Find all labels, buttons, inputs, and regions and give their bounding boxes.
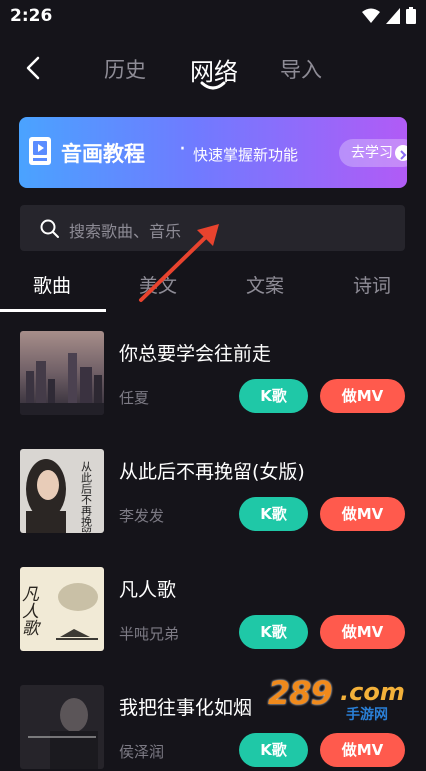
song-row[interactable]: 你总要学会往前走 任夏 K歌 做MV: [0, 331, 426, 417]
song-artist: 任夏: [119, 389, 150, 407]
search-icon: [40, 219, 59, 238]
make-mv-button[interactable]: 做MV: [320, 733, 405, 767]
status-time: 2:26: [10, 6, 53, 26]
karaoke-button[interactable]: K歌: [239, 379, 308, 413]
make-mv-button[interactable]: 做MV: [320, 615, 405, 649]
song-row[interactable]: 凡人歌 凡人歌 半吨兄弟 K歌 做MV: [0, 567, 426, 653]
song-cover: 从此后不再挽留: [20, 449, 104, 533]
song-artist: 半吨兄弟: [119, 625, 180, 643]
karaoke-button[interactable]: K歌: [239, 615, 308, 649]
cover-text: 凡人歌: [20, 585, 39, 636]
tab-poetry[interactable]: 诗词: [353, 271, 391, 298]
make-mv-button[interactable]: 做MV: [320, 379, 405, 413]
tab-import[interactable]: 导入: [280, 54, 322, 84]
top-nav: 历史 网络 导入: [0, 44, 426, 94]
banner-subtitle: 快速掌握新功能: [193, 146, 299, 164]
banner-separator: ·: [179, 137, 186, 162]
status-icons: [362, 7, 416, 24]
learn-button[interactable]: 去学习: [339, 139, 407, 167]
song-cover: [20, 331, 104, 415]
category-tabs: 歌曲 美文 文案 诗词: [0, 266, 426, 312]
tutorial-banner[interactable]: 音画教程 · 快速掌握新功能 去学习: [19, 117, 407, 188]
tab-prose[interactable]: 美文: [139, 271, 177, 298]
tab-copywriting[interactable]: 文案: [246, 271, 284, 298]
signal-icon: [386, 7, 400, 24]
song-title: 你总要学会往前走: [119, 343, 272, 365]
song-row[interactable]: 我把往事化如烟 侯泽润 K歌 做MV: [0, 685, 426, 771]
song-cover: [20, 685, 104, 769]
status-bar: 2:26: [0, 0, 426, 30]
song-row[interactable]: 从此后不再挽留 从此后不再挽留(女版) 李发发 K歌 做MV: [0, 449, 426, 535]
wifi-icon: [362, 8, 380, 23]
tab-history[interactable]: 历史: [104, 54, 146, 84]
search-input[interactable]: 搜索歌曲、音乐: [20, 205, 405, 251]
song-title: 从此后不再挽留(女版): [119, 461, 305, 483]
back-arrow-icon[interactable]: [20, 54, 48, 82]
tab-songs[interactable]: 歌曲: [33, 271, 71, 298]
song-title: 凡人歌: [119, 579, 177, 601]
active-tab-indicator: [200, 81, 226, 90]
chevron-right-icon: [395, 145, 407, 161]
book-icon: [29, 137, 51, 165]
search-placeholder: 搜索歌曲、音乐: [69, 222, 182, 241]
cover-text: 从此后不再挽留: [80, 461, 93, 533]
song-cover: 凡人歌: [20, 567, 104, 651]
karaoke-button[interactable]: K歌: [239, 733, 308, 767]
learn-button-label: 去学习: [351, 145, 393, 161]
make-mv-button[interactable]: 做MV: [320, 497, 405, 531]
battery-icon: [406, 7, 416, 24]
song-artist: 侯泽润: [119, 743, 165, 761]
category-underline: [0, 309, 106, 312]
song-artist: 李发发: [119, 507, 165, 525]
karaoke-button[interactable]: K歌: [239, 497, 308, 531]
banner-title: 音画教程: [61, 142, 145, 166]
song-title: 我把往事化如烟: [119, 697, 253, 719]
